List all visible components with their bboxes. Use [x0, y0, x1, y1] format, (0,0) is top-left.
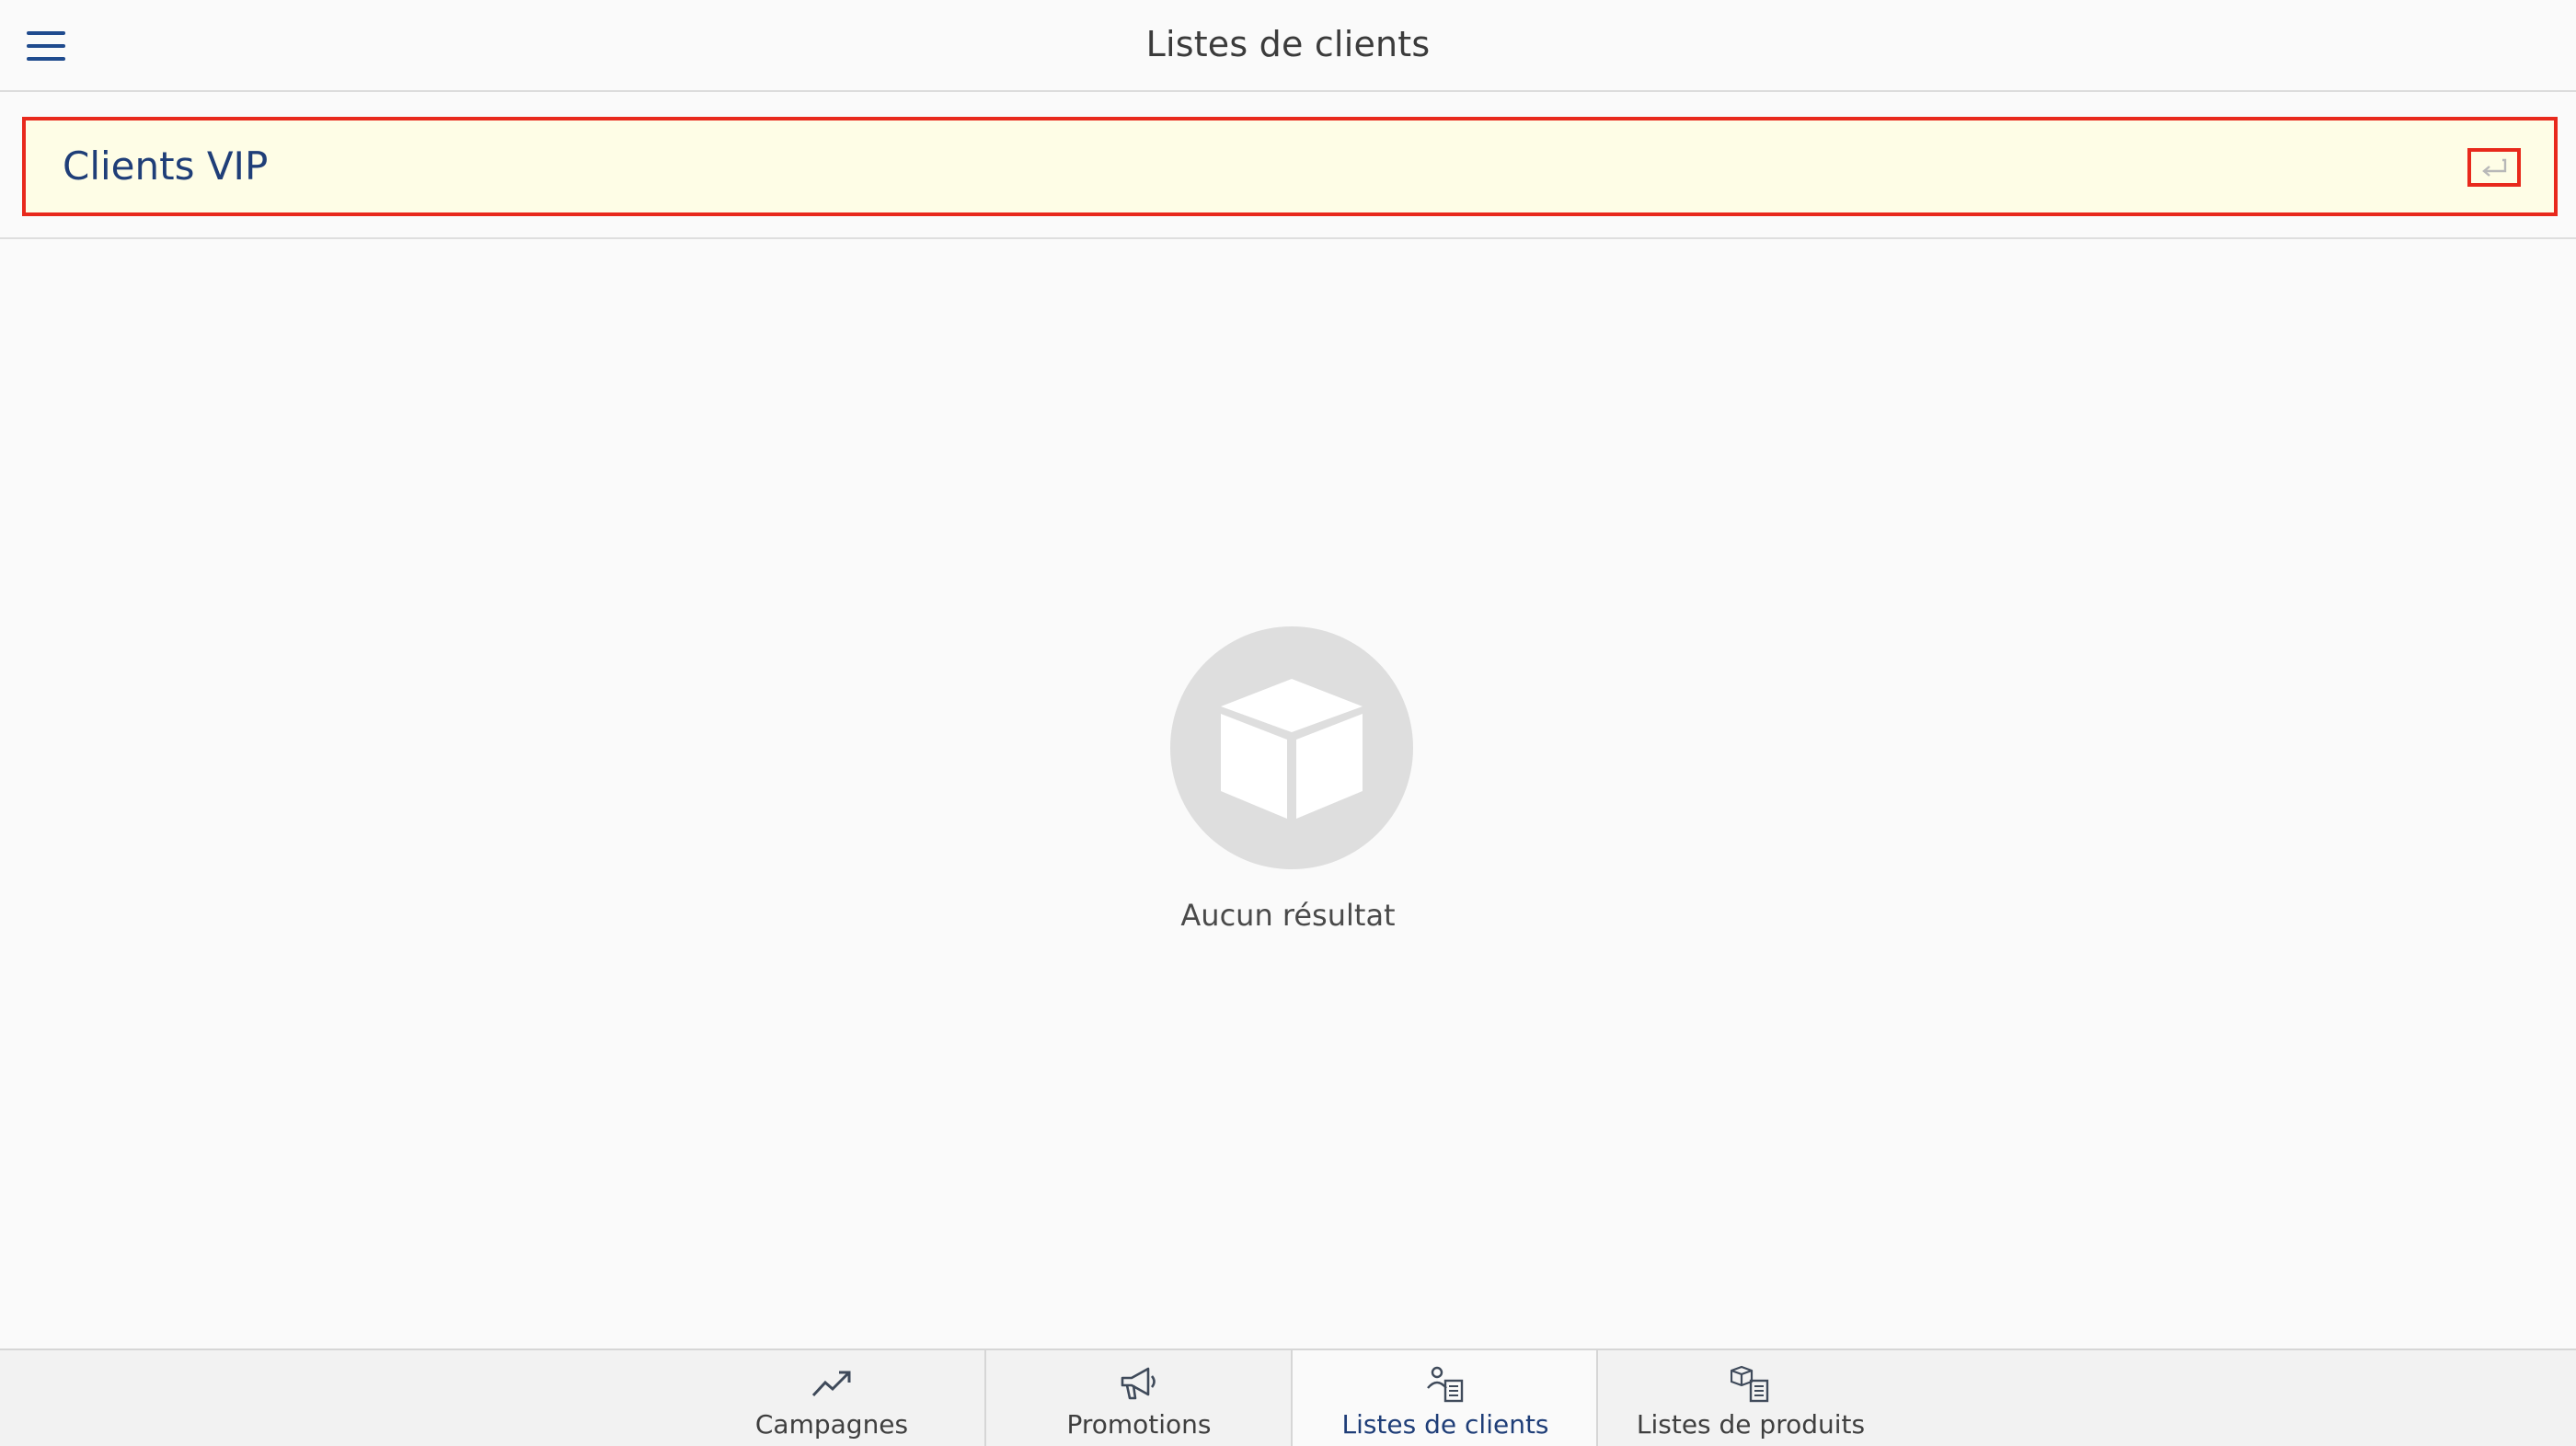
tab-promotions[interactable]: Promotions	[986, 1350, 1292, 1446]
box-icon	[1221, 679, 1363, 819]
return-button[interactable]	[2467, 148, 2521, 187]
tab-label: Campagnes	[754, 1409, 909, 1440]
tab-campagnes[interactable]: Campagnes	[679, 1350, 984, 1446]
top-bar: Listes de clients	[0, 0, 2576, 92]
tab-label: Promotions	[1066, 1409, 1212, 1440]
divider	[0, 237, 2576, 239]
bottom-tab-bar: Campagnes Promotions Listes de clients L…	[0, 1348, 2576, 1446]
product-list-icon	[1731, 1365, 1769, 1403]
tab-label: Listes de produits	[1636, 1409, 1866, 1440]
empty-state-illustration	[1170, 626, 1413, 869]
empty-state-message: Aucun résultat	[1180, 898, 1396, 933]
tab-listes-de-clients[interactable]: Listes de clients	[1293, 1350, 1598, 1446]
app-root: Listes de clients Clients VIP Aucun résu…	[0, 0, 2576, 1446]
list-name-row[interactable]: Clients VIP	[22, 117, 2558, 216]
return-icon	[2482, 158, 2507, 177]
tab-listes-de-produits[interactable]: Listes de produits	[1598, 1350, 1903, 1446]
list-name-field[interactable]: Clients VIP	[63, 141, 2363, 192]
megaphone-icon	[1121, 1367, 1156, 1400]
trending-up-icon	[811, 1371, 851, 1397]
tab-label: Listes de clients	[1341, 1409, 1549, 1440]
client-list-icon	[1427, 1366, 1464, 1403]
page-title: Listes de clients	[1145, 24, 1431, 64]
